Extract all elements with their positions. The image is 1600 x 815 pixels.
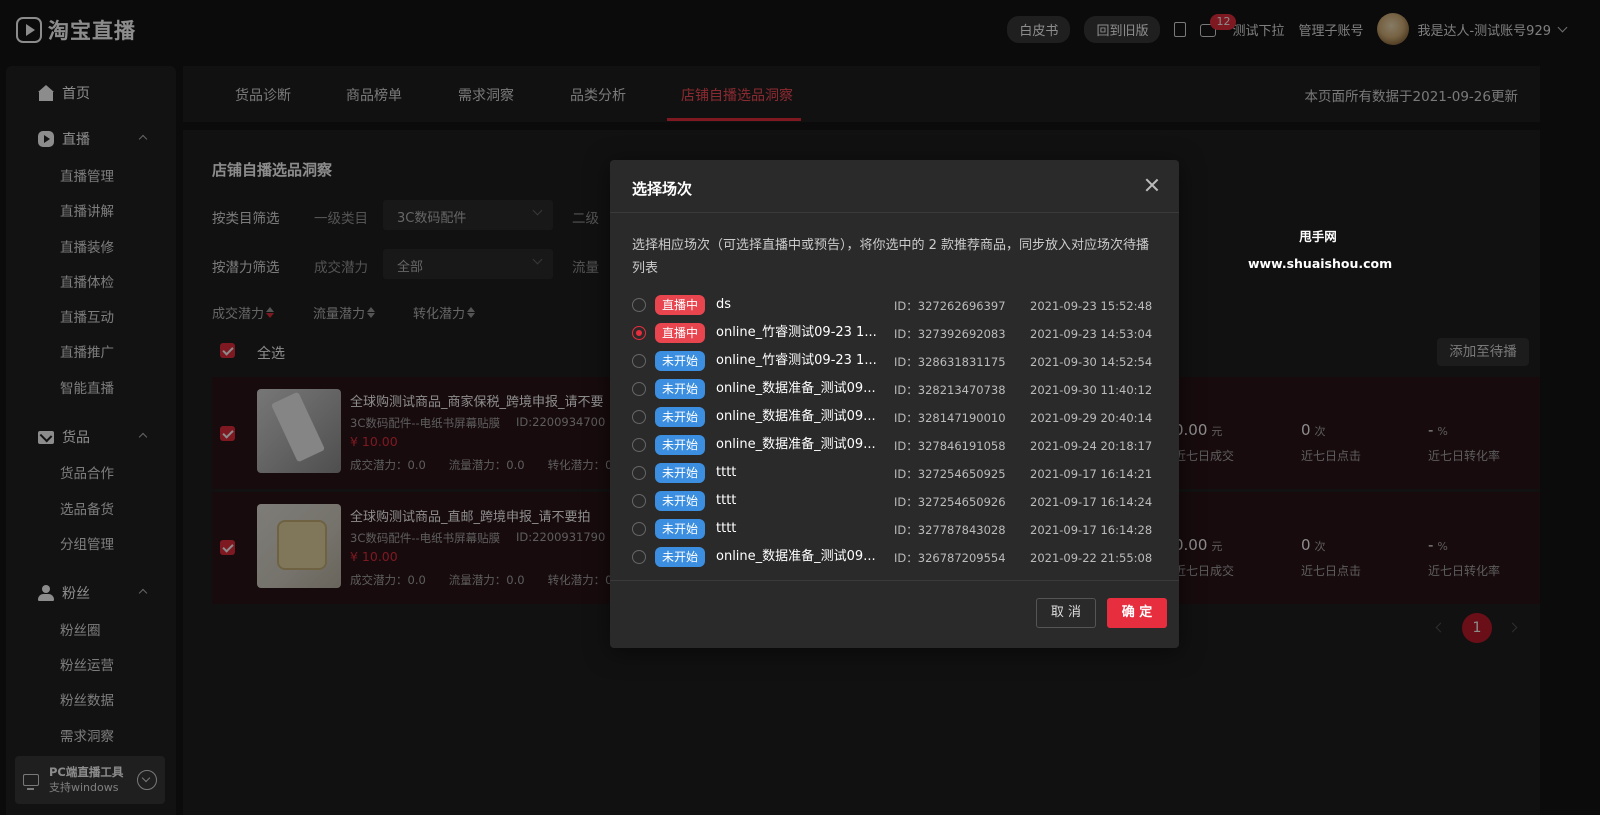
session-radio[interactable] [632,550,646,564]
session-time: 2021-09-30 11:40:12 [1030,383,1153,397]
confirm-button[interactable]: 确 定 [1107,598,1167,628]
session-time: 2021-09-23 14:53:04 [1030,327,1153,341]
session-name: tttt [716,465,737,480]
session-name: online_数据准备_测试09... [716,381,876,396]
session-id: ID：326787209554 [894,551,1006,565]
session-row[interactable]: 未开始 online_数据准备_测试09... ID：327846191058 202… [632,433,1162,457]
watermark-line-1: 甩手网 [1299,229,1337,244]
session-name: online_数据准备_测试09... [716,437,876,452]
session-row[interactable]: 未开始 online_数据准备_测试09... ID：328147190010 202… [632,405,1162,429]
session-id: ID：328147190010 [894,411,1006,425]
session-status-badge: 未开始 [655,547,706,567]
watermark: 甩手网 www.shuaishou.com [1248,223,1393,277]
dialog-title: 选择场次 [632,180,693,198]
divider [610,212,1179,213]
session-status-badge: 直播中 [655,323,706,343]
session-id: ID：327392692083 [894,327,1006,341]
session-row[interactable]: 直播中 online_竹睿测试09-23 1... ID：327392692083 2… [632,321,1162,345]
session-name: online_数据准备_测试09... [716,409,876,424]
session-id: ID：327254650926 [894,495,1006,509]
session-row[interactable]: 未开始 online_数据准备_测试09... ID：328213470738 202… [632,377,1162,401]
session-radio[interactable] [632,298,646,312]
session-radio[interactable] [632,494,646,508]
session-name: ds [716,297,732,312]
session-radio[interactable] [632,522,646,536]
session-id: ID：327846191058 [894,439,1006,453]
session-time: 2021-09-17 16:14:24 [1030,495,1153,509]
session-row[interactable]: 未开始 online_数据准备_测试09... ID：326787209554 202… [632,545,1162,569]
cancel-button[interactable]: 取 消 [1036,598,1096,628]
divider [610,580,1179,581]
session-id: ID：327787843028 [894,523,1006,537]
close-icon[interactable] [1145,178,1159,192]
session-time: 2021-09-29 20:40:14 [1030,411,1153,425]
session-radio[interactable] [632,466,646,480]
session-status-badge: 未开始 [655,351,706,371]
session-time: 2021-09-30 14:52:54 [1030,355,1153,369]
session-radio[interactable] [632,382,646,396]
session-id: ID：327262696397 [894,299,1006,313]
session-status-badge: 未开始 [655,463,706,483]
dialog-description: 选择相应场次（可选择直播中或预告），将你选中的 2 款推荐商品，同步放入对应场次… [632,238,1150,276]
select-session-dialog: 选择场次 选择相应场次（可选择直播中或预告），将你选中的 2 款推荐商品，同步放… [610,160,1179,648]
session-row[interactable]: 直播中 ds ID：327262696397 2021-09-23 15:52:48 [632,293,1162,317]
watermark-line-2: www.shuaishou.com [1248,256,1393,271]
session-row[interactable]: 未开始 tttt ID：327787843028 2021-09-17 16:14:2… [632,517,1162,541]
session-name: tttt [716,493,737,508]
session-name: online_数据准备_测试09... [716,549,876,564]
session-id: ID：327254650925 [894,467,1006,481]
session-status-badge: 直播中 [655,295,706,315]
session-row[interactable]: 未开始 tttt ID：327254650925 2021-09-17 16:14:2… [632,461,1162,485]
session-status-badge: 未开始 [655,435,706,455]
session-row[interactable]: 未开始 online_竹睿测试09-23 1... ID：328631831175 2… [632,349,1162,373]
session-name: tttt [716,521,737,536]
session-time: 2021-09-23 15:52:48 [1030,299,1153,313]
session-time: 2021-09-17 16:14:28 [1030,523,1153,537]
session-radio[interactable] [632,326,646,340]
session-name: online_竹睿测试09-23 1... [716,325,877,340]
session-radio[interactable] [632,410,646,424]
session-status-badge: 未开始 [655,491,706,511]
session-time: 2021-09-24 20:18:17 [1030,439,1153,453]
session-status-badge: 未开始 [655,379,706,399]
session-status-badge: 未开始 [655,407,706,427]
session-time: 2021-09-17 16:14:21 [1030,467,1153,481]
session-status-badge: 未开始 [655,519,706,539]
session-row[interactable]: 未开始 tttt ID：327254650926 2021-09-17 16:14:2… [632,489,1162,513]
session-id: ID：328631831175 [894,355,1006,369]
session-name: online_竹睿测试09-23 1... [716,353,877,368]
session-radio[interactable] [632,354,646,368]
session-time: 2021-09-22 21:55:08 [1030,551,1153,565]
session-id: ID：328213470738 [894,383,1006,397]
session-radio[interactable] [632,438,646,452]
